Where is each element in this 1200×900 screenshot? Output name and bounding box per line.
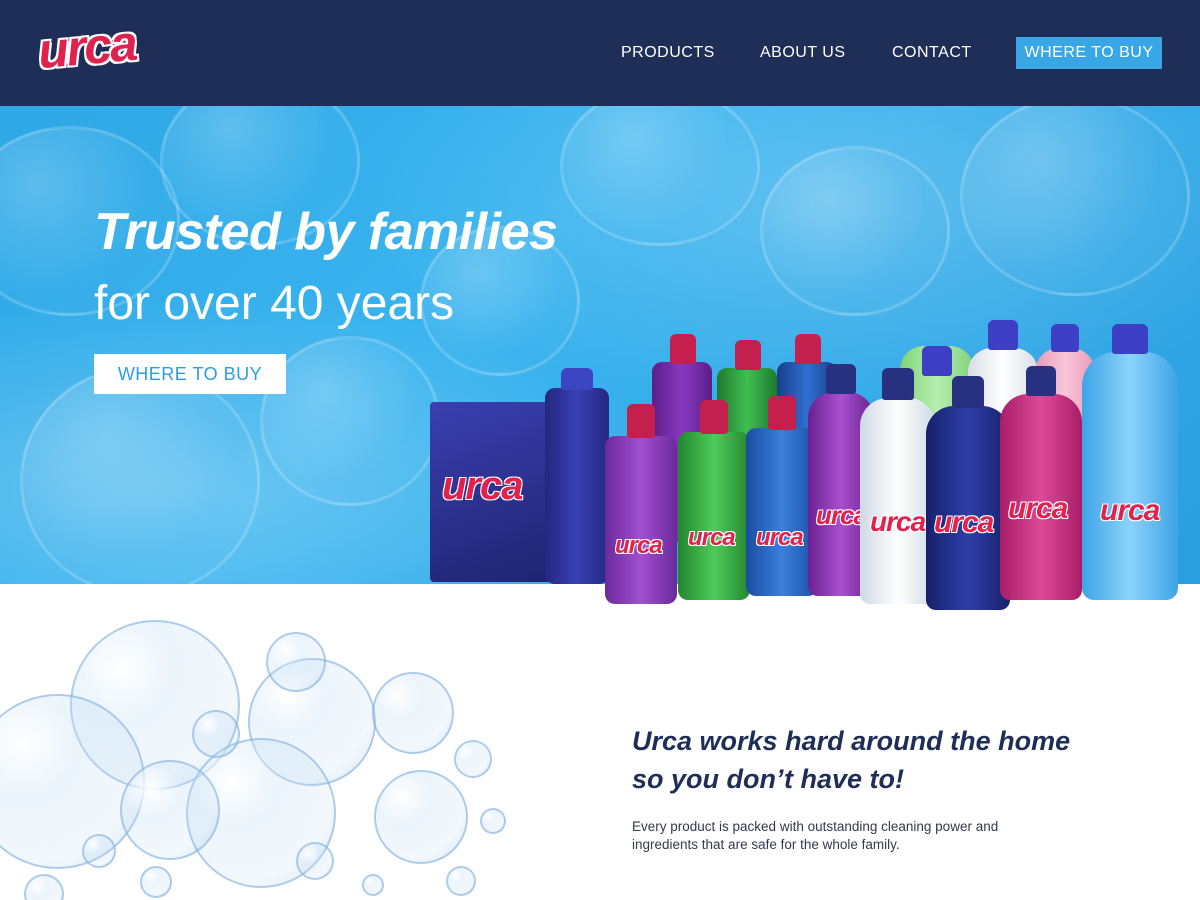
product-softener-navy[interactable]: urca (926, 376, 1010, 610)
product-brand-label: urca (1100, 494, 1160, 527)
water-bubble-decor (960, 106, 1190, 296)
product-softener-pink[interactable]: urca (1000, 366, 1082, 600)
water-bubble-decor (560, 106, 760, 246)
product-brand-label: urca (1008, 492, 1068, 525)
product-cleaner-lavender[interactable]: urca (605, 404, 677, 604)
section-tagline: Urca works hard around the home so you d… (632, 722, 1152, 798)
body-line-2: ingredients that are safe for the whole … (632, 837, 900, 852)
nav-where-to-buy-button[interactable]: WHERE TO BUY (1016, 37, 1162, 69)
product-brand-label: urca (756, 524, 804, 551)
soap-bubble (120, 760, 220, 860)
soap-bubble (480, 808, 506, 834)
soap-bubble (82, 834, 116, 868)
section-body-text: Every product is packed with outstanding… (632, 818, 1052, 854)
soap-bubble (374, 770, 468, 864)
hero-subtitle: for over 40 years (94, 277, 455, 330)
product-brand-label: urca (870, 506, 926, 537)
product-laundry-detergent[interactable] (545, 368, 609, 584)
product-cleaner-green[interactable]: urca (678, 400, 750, 600)
soap-bubble (446, 866, 476, 896)
site-header: urca PRODUCTS ABOUT US CONTACT WHERE TO … (0, 0, 1200, 106)
soap-bubble (362, 874, 384, 896)
soap-bubble (24, 874, 64, 900)
product-brand-label: urca (688, 524, 736, 551)
water-bubble-decor (760, 146, 950, 316)
water-bubble-decor (20, 366, 260, 584)
body-line-1: Every product is packed with outstanding… (632, 819, 999, 834)
product-brand-label: urca (615, 532, 663, 559)
soap-bubble (454, 740, 492, 778)
hero-title: Trusted by families (94, 203, 558, 261)
nav-about-link[interactable]: ABOUT US (760, 37, 846, 69)
product-brand-label: urca (934, 506, 994, 539)
product-softener-coconut[interactable]: urca (860, 368, 936, 604)
main-nav: PRODUCTS ABOUT US CONTACT WHERE TO BUY (0, 37, 1200, 69)
product-powder-detergent[interactable]: urca (430, 402, 554, 582)
water-bubble-decor (260, 336, 440, 506)
nav-contact-link[interactable]: CONTACT (892, 37, 972, 69)
hero-where-to-buy-button[interactable]: WHERE TO BUY (94, 354, 286, 394)
product-brand-label: urca (442, 464, 523, 508)
soap-bubble (372, 672, 454, 754)
soap-bubble (140, 866, 172, 898)
soap-bubble (296, 842, 334, 880)
soap-bubble (266, 632, 326, 692)
tagline-line-2: so you don’t have to! (632, 764, 904, 794)
soap-bubbles-illustration (0, 584, 560, 900)
tagline-line-1: Urca works hard around the home (632, 726, 1071, 756)
soap-bubble (192, 710, 240, 758)
product-softener-light-blue[interactable]: urca (1082, 324, 1178, 600)
nav-products-link[interactable]: PRODUCTS (621, 37, 715, 69)
